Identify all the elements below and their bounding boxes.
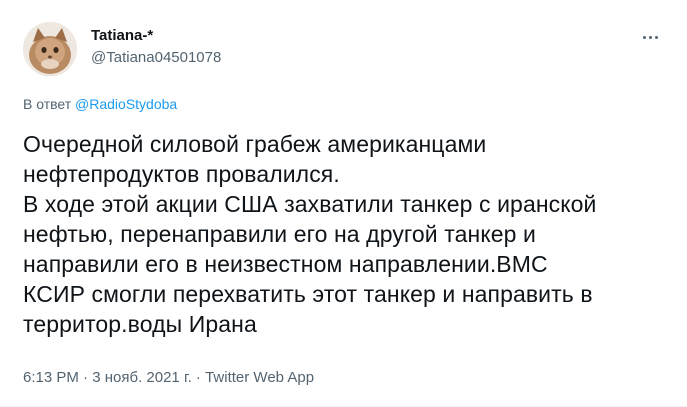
tweet-meta: 6:13 PM · 3 нояб. 2021 г. · Twitter Web … [23,368,314,388]
author-handle[interactable]: @Tatiana04501078 [91,48,221,68]
reply-context: В ответ @RadioStydoba [23,95,177,113]
meta-separator: · [78,369,93,386]
author-header: Tatiana-* @Tatiana04501078 [91,26,221,68]
meta-separator: · [191,369,206,386]
reply-prefix: В ответ [23,96,76,112]
author-display-name[interactable]: Tatiana-* [91,26,221,46]
tweet-date[interactable]: 3 нояб. 2021 г. [92,369,192,386]
cat-avatar-image [23,22,77,76]
more-options-button[interactable] [637,27,663,47]
avatar[interactable] [23,22,77,76]
more-horizontal-icon [642,35,646,39]
tweet-source-link[interactable]: Twitter Web App [205,369,314,386]
tweet-time[interactable]: 6:13 PM [23,369,79,386]
reply-mention-link[interactable]: @RadioStydoba [75,96,177,112]
tweet-card: Tatiana-* @Tatiana04501078 В ответ @Radi… [0,0,687,407]
tweet-text: Очередной силовой грабеж американцами не… [23,131,597,337]
